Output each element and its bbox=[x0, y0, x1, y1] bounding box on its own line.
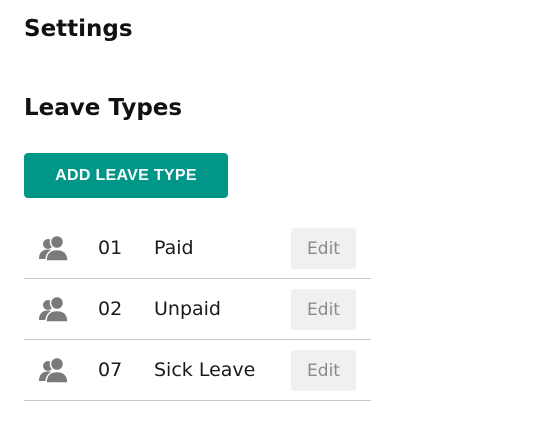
leave-type-row: 01 Paid Edit bbox=[24, 218, 371, 279]
edit-button[interactable]: Edit bbox=[291, 289, 356, 330]
leave-type-code: 01 bbox=[98, 237, 123, 259]
add-leave-type-button[interactable]: ADD LEAVE TYPE bbox=[24, 153, 228, 198]
leave-type-code: 02 bbox=[98, 298, 123, 320]
edit-button[interactable]: Edit bbox=[291, 350, 356, 391]
edit-button[interactable]: Edit bbox=[291, 228, 356, 269]
leave-type-code: 07 bbox=[98, 359, 123, 381]
leave-type-row: 07 Sick Leave Edit bbox=[24, 340, 371, 401]
leave-types-heading: Leave Types bbox=[24, 95, 183, 121]
leave-type-name: Unpaid bbox=[154, 298, 221, 320]
users-icon bbox=[38, 356, 70, 384]
leave-type-name: Paid bbox=[154, 237, 194, 259]
leave-type-list: 01 Paid Edit 02 Unpaid Edit 07 Sick Leav… bbox=[24, 218, 371, 401]
leave-type-name: Sick Leave bbox=[154, 359, 256, 381]
leave-type-row: 02 Unpaid Edit bbox=[24, 279, 371, 340]
page-title: Settings bbox=[24, 16, 133, 42]
users-icon bbox=[38, 234, 70, 262]
users-icon bbox=[38, 295, 70, 323]
